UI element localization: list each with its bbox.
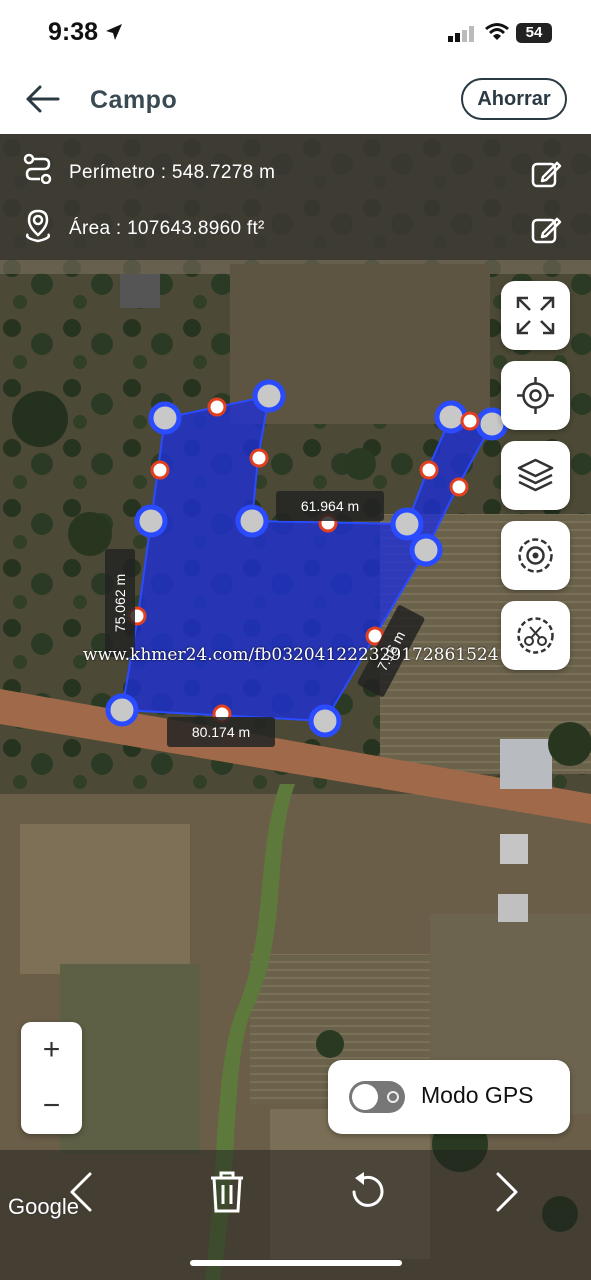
expand-icon bbox=[516, 296, 555, 335]
segment-label-top: 61.964 m bbox=[276, 491, 384, 521]
save-button[interactable]: Ahorrar bbox=[461, 78, 567, 120]
undo-icon[interactable] bbox=[342, 1168, 390, 1216]
area-row: Área : 107643.8960 ft² bbox=[0, 196, 591, 252]
page-title: Campo bbox=[90, 86, 178, 114]
bottom-toolbar: Google bbox=[0, 1150, 591, 1280]
locate-button[interactable] bbox=[501, 361, 570, 430]
toggle-off-indicator bbox=[387, 1091, 399, 1103]
app-header: Campo Ahorrar bbox=[0, 68, 591, 134]
gps-mode-label: Modo GPS bbox=[421, 1082, 534, 1108]
gps-mode-panel: Modo GPS bbox=[328, 1060, 570, 1134]
gps-mode-toggle[interactable] bbox=[349, 1081, 405, 1113]
zoom-out-button[interactable]: − bbox=[21, 1084, 82, 1128]
perimeter-value: Perímetro : 548.7278 m bbox=[69, 162, 276, 183]
perimeter-row: Perímetro : 548.7278 m bbox=[0, 140, 591, 196]
area-value: Área : 107643.8960 ft² bbox=[69, 218, 265, 239]
route-icon bbox=[23, 153, 52, 184]
home-indicator bbox=[190, 1260, 402, 1266]
target-icon bbox=[517, 377, 554, 414]
trash-icon[interactable] bbox=[203, 1168, 251, 1216]
signal-icon bbox=[448, 26, 474, 42]
fullscreen-button[interactable] bbox=[501, 281, 570, 350]
layers-icon bbox=[517, 458, 554, 492]
edit-perimeter-icon[interactable] bbox=[530, 158, 562, 190]
status-bar: 9:38 54 bbox=[0, 0, 591, 68]
segment-label-bottom: 80.174 m bbox=[167, 717, 275, 747]
back-arrow-icon[interactable] bbox=[22, 82, 62, 116]
zoom-in-button[interactable]: + bbox=[21, 1028, 82, 1072]
segment-label-left: 75.062 m bbox=[105, 549, 135, 657]
chevron-right-icon[interactable] bbox=[482, 1168, 530, 1216]
scissors-icon bbox=[517, 617, 554, 654]
status-time: 9:38 bbox=[48, 18, 99, 46]
location-pin-icon bbox=[25, 209, 51, 243]
measurement-panel: Perímetro : 548.7278 m Área : 107643.896… bbox=[0, 134, 591, 260]
layers-button[interactable] bbox=[501, 441, 570, 510]
google-logo: Google bbox=[8, 1194, 79, 1219]
edit-area-icon[interactable] bbox=[530, 214, 562, 246]
zoom-control: + − bbox=[21, 1022, 82, 1134]
cut-button[interactable] bbox=[501, 601, 570, 670]
center-location-button[interactable] bbox=[501, 521, 570, 590]
toggle-knob bbox=[352, 1084, 378, 1110]
wifi-icon bbox=[485, 23, 509, 40]
battery-indicator: 54 bbox=[516, 23, 552, 43]
location-center-icon bbox=[518, 538, 553, 573]
location-arrow-icon bbox=[106, 24, 122, 40]
